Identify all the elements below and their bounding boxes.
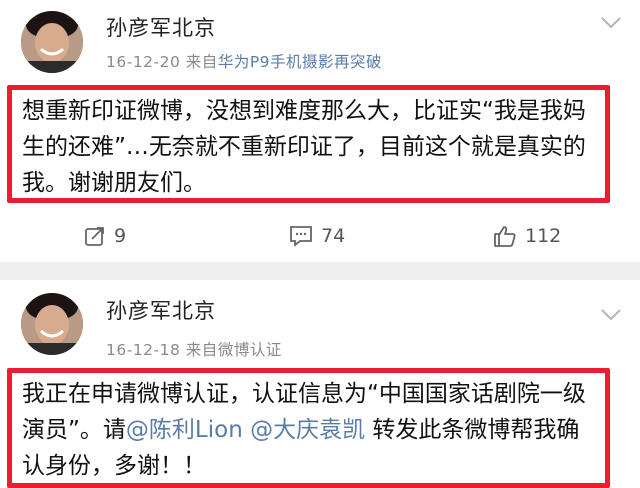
- author-name[interactable]: 孙彦军北京: [106, 295, 216, 325]
- post-meta: 16-12-18 来自微博认证: [106, 338, 282, 360]
- like-icon: [494, 226, 516, 247]
- source-prefix: 来自: [185, 53, 218, 71]
- like-button[interactable]: 112: [493, 218, 561, 254]
- comment-count: 74: [321, 225, 346, 247]
- post-meta: 16-12-20 来自华为P9手机摄影再突破: [106, 50, 382, 72]
- source-prefix: 来自: [185, 341, 218, 359]
- repost-button[interactable]: 9: [84, 218, 126, 254]
- post-text-box: 我正在申请微博认证，认证信息为“中国国家话剧院一级演员”。请@陈利Lion @大…: [7, 368, 610, 488]
- post-source[interactable]: 华为P9手机摄影再突破: [218, 53, 382, 71]
- mention-link[interactable]: @大庆袁凯: [250, 417, 365, 443]
- weibo-post-1: 孙彦军北京 16-12-20 来自华为P9手机摄影再突破 想重新印证微博，没想到…: [0, 0, 640, 262]
- post-text: 想重新印证微博，没想到难度那么大，比证实“我是我妈生的还难”…无奈就不重新印证了…: [22, 98, 586, 196]
- mention-link[interactable]: @陈利Lion: [126, 417, 243, 443]
- like-count: 112: [525, 225, 562, 247]
- chevron-down-icon[interactable]: [600, 308, 622, 322]
- avatar[interactable]: [21, 11, 83, 73]
- post-source: 微博认证: [217, 341, 282, 359]
- comment-button[interactable]: 74: [289, 218, 345, 254]
- action-bar: 9 74 112: [0, 218, 640, 254]
- post-date: 16-12-18: [106, 341, 181, 359]
- post-text-box: 想重新印证微博，没想到难度那么大，比证实“我是我妈生的还难”…无奈就不重新印证了…: [7, 85, 610, 203]
- post-date: 16-12-20: [106, 53, 181, 71]
- repost-count: 9: [114, 225, 127, 247]
- chevron-down-icon[interactable]: [600, 16, 622, 30]
- comment-icon: [290, 226, 312, 247]
- avatar[interactable]: [21, 293, 83, 355]
- repost-icon: [85, 227, 104, 246]
- post-separator: [0, 262, 640, 280]
- weibo-post-2: 孙彦军北京 16-12-18 来自微博认证 我正在申请微博认证，认证信息为“中国…: [0, 280, 640, 488]
- author-name[interactable]: 孙彦军北京: [106, 12, 216, 42]
